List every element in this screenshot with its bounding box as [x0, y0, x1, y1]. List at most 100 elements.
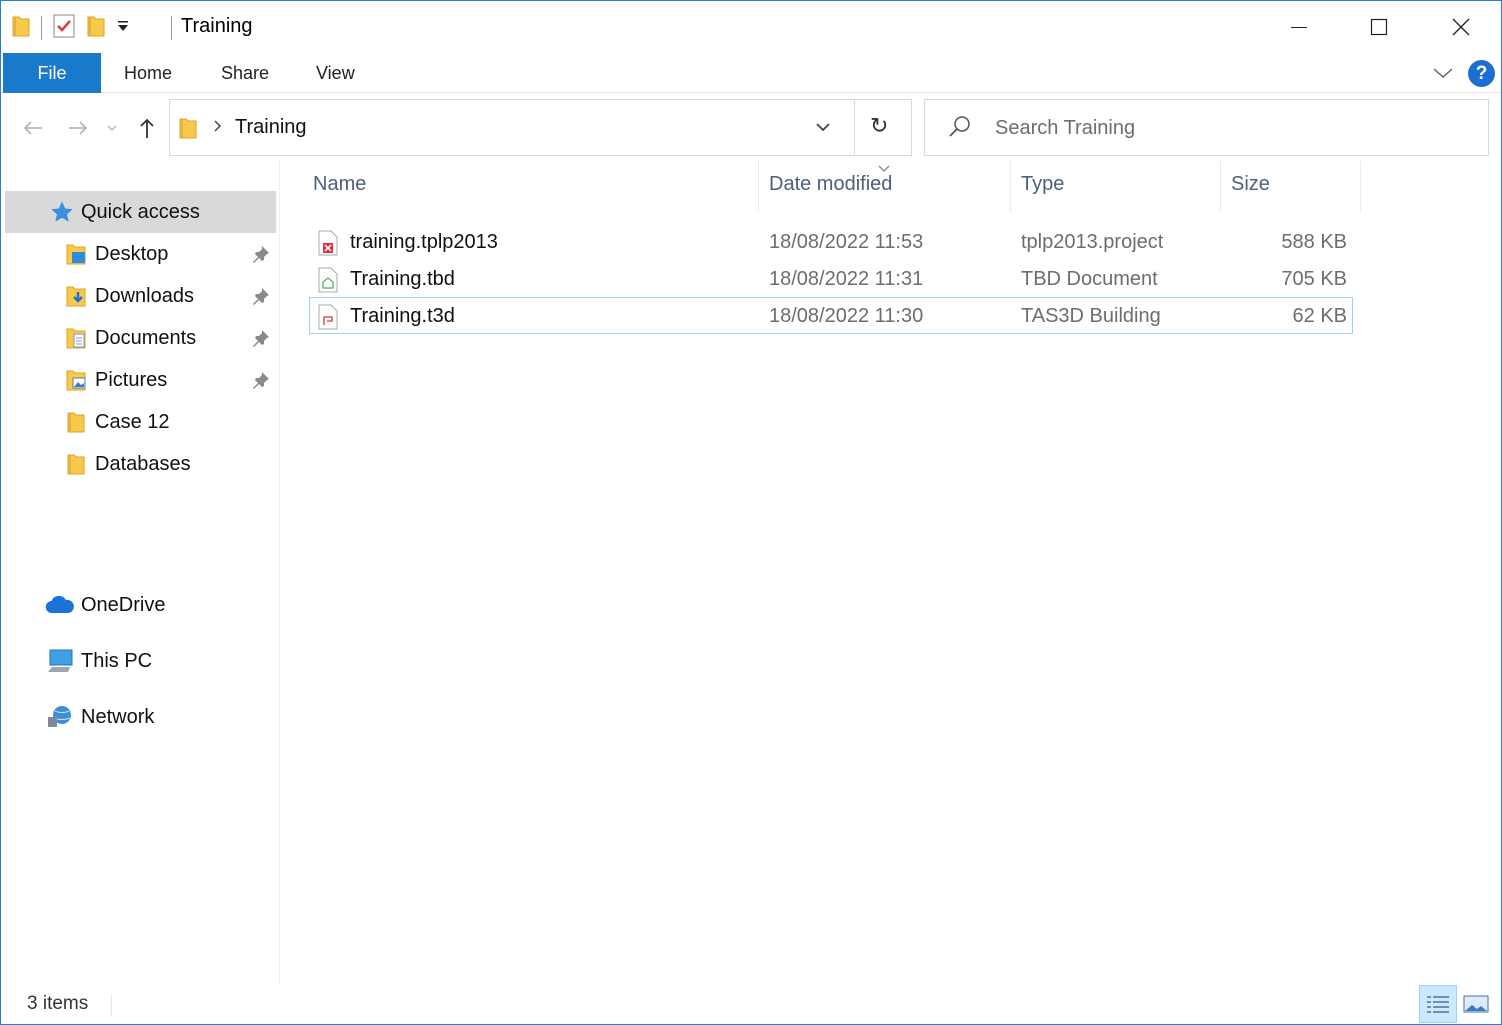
large-icons-view-icon[interactable] — [1461, 987, 1491, 1021]
tplp-file-icon — [317, 224, 339, 261]
folder-icon — [63, 409, 89, 435]
file-row[interactable]: training.tplp2013 18/08/2022 11:53 tplp2… — [309, 224, 1353, 261]
customize-toolbar-icon[interactable] — [116, 19, 130, 38]
sidebar-item-label: Desktop — [95, 242, 169, 265]
quick-access-toolbar — [11, 13, 130, 43]
back-arrow-icon[interactable] — [18, 113, 48, 143]
star-icon — [49, 199, 75, 225]
title-separator — [171, 16, 172, 40]
network-icon — [45, 704, 75, 730]
sidebar-item-label: OneDrive — [81, 593, 166, 616]
breadcrumb-training[interactable]: Training — [235, 116, 307, 139]
column-header-name[interactable]: Name — [313, 173, 366, 196]
close-button[interactable] — [1421, 1, 1501, 53]
file-size: 588 KB — [1281, 231, 1347, 253]
file-row[interactable]: Training.tbd 18/08/2022 11:31 TBD Docume… — [309, 261, 1353, 298]
recent-locations-chevron-icon[interactable] — [99, 113, 125, 143]
minimize-button[interactable] — [1259, 1, 1339, 53]
ribbon-tabs: File Home Share View ? — [1, 53, 1501, 93]
expand-ribbon-chevron-icon[interactable] — [1431, 63, 1455, 83]
file-size: 62 KB — [1292, 305, 1347, 327]
folder-icon — [11, 14, 31, 43]
column-divider[interactable] — [1360, 161, 1361, 211]
toolbar-separator — [41, 16, 42, 40]
file-row[interactable]: Training.t3d 18/08/2022 11:30 TAS3D Buil… — [309, 297, 1353, 334]
maximize-button[interactable] — [1339, 1, 1419, 53]
tab-home[interactable]: Home — [124, 53, 172, 93]
sidebar-item-network[interactable]: Network — [5, 696, 276, 738]
minimize-icon — [1291, 27, 1307, 28]
pictures-folder-icon — [63, 367, 89, 393]
file-name: Training.t3d — [350, 305, 455, 327]
sidebar-item-label: Network — [81, 705, 155, 728]
address-history-chevron-icon[interactable] — [815, 120, 831, 138]
pin-icon[interactable] — [252, 245, 270, 269]
navigation-pane: Quick access Desktop Downloads Documents… — [1, 161, 280, 983]
title-bar: Training — [1, 1, 1501, 53]
window-title: Training — [181, 15, 253, 37]
status-item-count: 3 items — [27, 993, 89, 1014]
details-view-icon[interactable] — [1419, 985, 1457, 1023]
search-box[interactable]: Search Training — [924, 99, 1489, 156]
column-divider[interactable] — [758, 161, 759, 211]
t3d-file-icon — [317, 298, 339, 335]
properties-icon[interactable] — [52, 13, 76, 44]
close-icon — [1452, 18, 1470, 36]
column-header-date-modified[interactable]: Date modified — [769, 173, 892, 196]
sidebar-item-label: Databases — [95, 452, 191, 475]
file-size: 705 KB — [1281, 268, 1347, 290]
computer-icon — [45, 648, 75, 674]
pin-icon[interactable] — [252, 329, 270, 353]
column-header-type[interactable]: Type — [1021, 173, 1064, 196]
pin-icon[interactable] — [252, 371, 270, 395]
folder-icon — [178, 116, 198, 145]
column-divider[interactable] — [1010, 161, 1011, 211]
help-button[interactable]: ? — [1468, 60, 1495, 87]
onedrive-cloud-icon — [45, 592, 75, 618]
new-folder-icon[interactable] — [86, 14, 106, 43]
sidebar-item-label: Pictures — [95, 368, 168, 391]
sidebar-item-desktop[interactable]: Desktop — [5, 233, 276, 275]
file-type: TBD Document — [1021, 268, 1158, 290]
sidebar-item-case-12[interactable]: Case 12 — [5, 401, 276, 443]
column-header-size[interactable]: Size — [1231, 173, 1270, 196]
breadcrumb-chevron-icon[interactable] — [212, 118, 222, 139]
sidebar-item-downloads[interactable]: Downloads — [5, 275, 276, 317]
file-type: tplp2013.project — [1021, 231, 1164, 253]
documents-folder-icon — [63, 325, 89, 351]
search-placeholder: Search Training — [995, 117, 1136, 139]
desktop-folder-icon — [63, 241, 89, 267]
sidebar-item-databases[interactable]: Databases — [5, 443, 276, 485]
maximize-icon — [1370, 18, 1388, 36]
file-name: Training.tbd — [350, 268, 455, 290]
sidebar-item-label: Documents — [95, 326, 197, 349]
tab-view[interactable]: View — [316, 53, 355, 93]
folder-icon — [63, 451, 89, 477]
tbd-file-icon — [317, 261, 339, 298]
tab-share[interactable]: Share — [221, 53, 269, 93]
file-date-modified: 18/08/2022 11:53 — [769, 231, 924, 253]
tab-file[interactable]: File — [3, 53, 101, 93]
forward-arrow-icon[interactable] — [63, 113, 93, 143]
sidebar-item-label: Quick access — [81, 200, 200, 223]
sidebar-item-pictures[interactable]: Pictures — [5, 359, 276, 401]
sidebar-item-label: Downloads — [95, 284, 194, 307]
file-date-modified: 18/08/2022 11:31 — [769, 268, 924, 290]
sidebar-item-documents[interactable]: Documents — [5, 317, 276, 359]
status-divider — [111, 994, 112, 1016]
address-bar[interactable]: Training ↻ — [169, 99, 912, 156]
pin-icon[interactable] — [252, 287, 270, 311]
address-divider — [854, 100, 855, 155]
sidebar-item-label: This PC — [81, 649, 153, 672]
sidebar-item-quick-access[interactable]: Quick access — [5, 191, 276, 233]
refresh-icon[interactable]: ↻ — [870, 113, 888, 139]
column-divider[interactable] — [1220, 161, 1221, 211]
file-date-modified: 18/08/2022 11:30 — [769, 305, 924, 327]
sidebar-item-onedrive[interactable]: OneDrive — [5, 584, 276, 626]
file-name: training.tplp2013 — [350, 231, 498, 253]
sidebar-item-label: Case 12 — [95, 410, 170, 433]
file-type: TAS3D Building — [1021, 305, 1161, 327]
downloads-folder-icon — [63, 283, 89, 309]
sidebar-item-this-pc[interactable]: This PC — [5, 640, 276, 682]
up-arrow-icon[interactable] — [132, 113, 162, 143]
